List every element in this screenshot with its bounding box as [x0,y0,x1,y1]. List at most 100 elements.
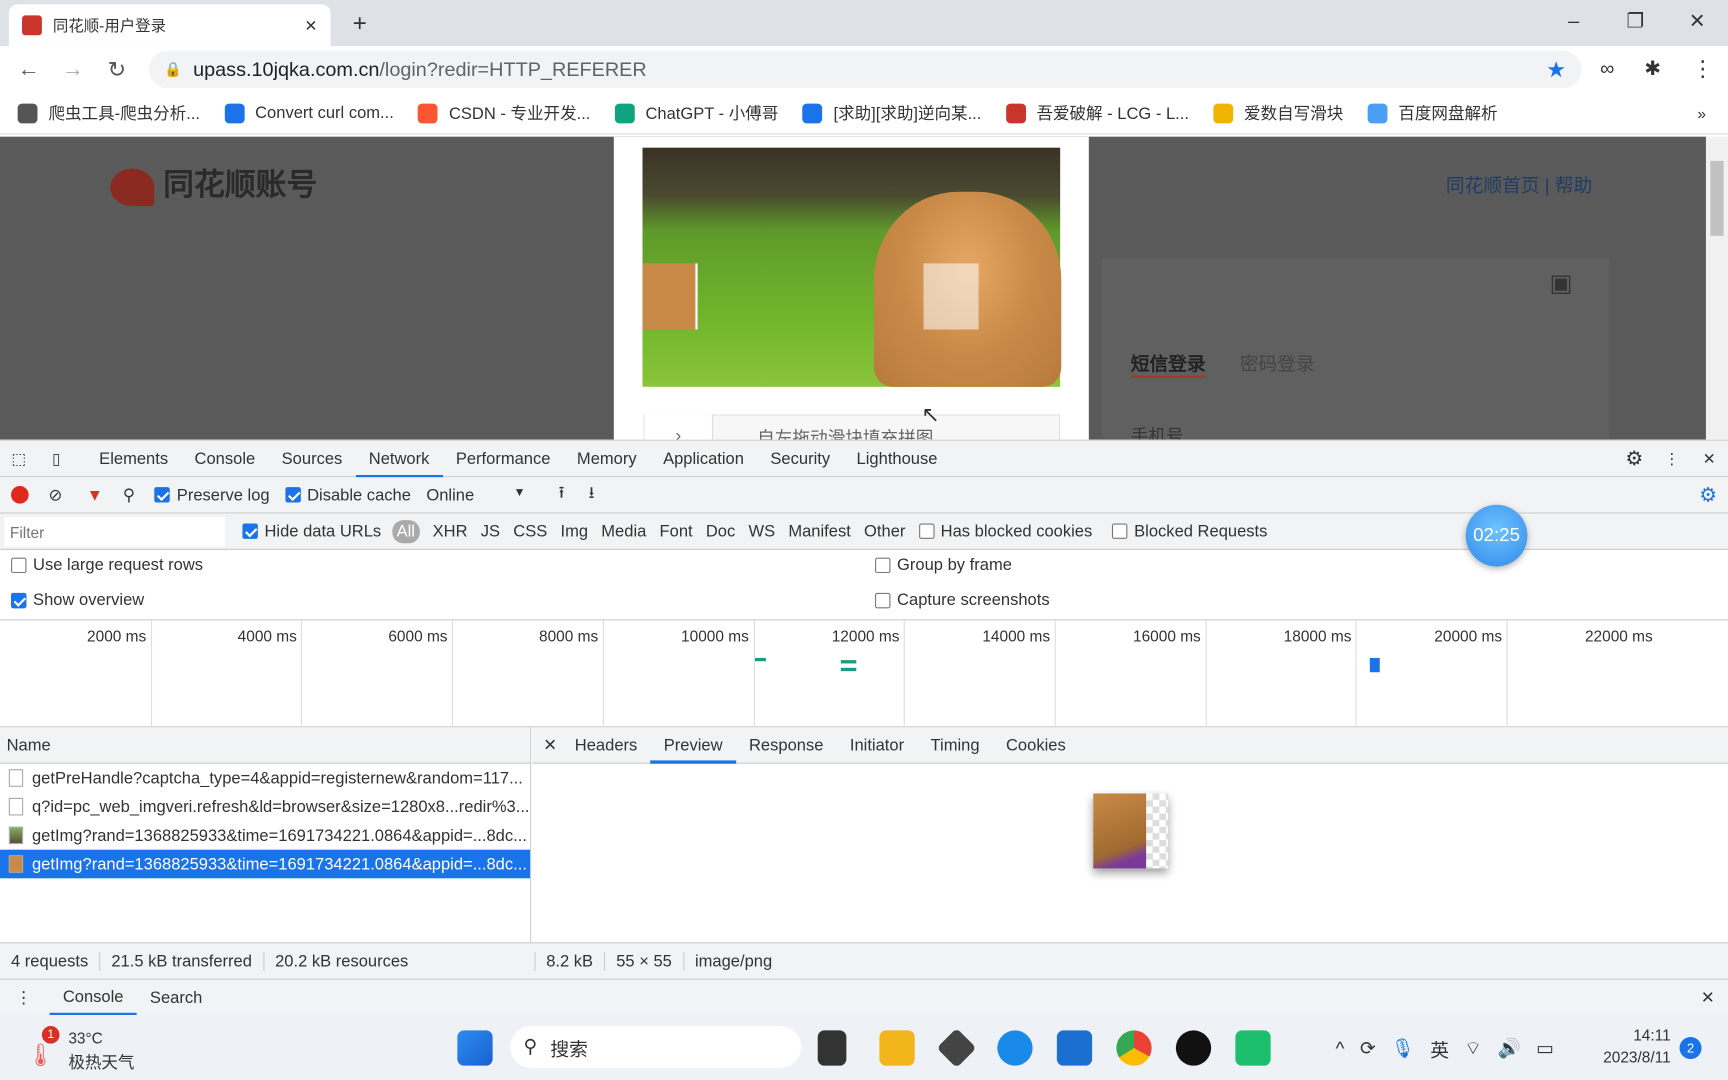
help-link[interactable]: 帮助 [1555,175,1592,196]
close-drawer-icon[interactable]: ✕ [1701,987,1715,1008]
bookmark-item[interactable]: 爬虫工具-爬虫分析... [17,101,200,124]
forward-icon[interactable]: → [51,57,95,82]
microphone-icon[interactable]: 🎙 [1391,1038,1415,1060]
option-large-rows[interactable]: Use large request rows [11,555,203,574]
filter-type-js[interactable]: JS [481,522,500,541]
preserve-log-checkbox[interactable] [154,487,171,503]
puzzle-piece[interactable] [642,263,698,330]
sync-icon[interactable]: ⟳ [1360,1038,1376,1060]
bookmark-item[interactable]: 百度网盘解析 [1367,101,1498,124]
option-capture-screenshots[interactable]: Capture screenshots [875,591,1050,609]
bookmarks-overflow-icon[interactable]: » [1697,104,1706,122]
tab-console[interactable]: Console [181,440,268,476]
detail-tab-response[interactable]: Response [749,727,823,763]
captcha-slider[interactable]: › 自左拖动滑块填充拼图 [643,414,1061,440]
task-view-icon[interactable] [817,1030,847,1066]
close-window-button[interactable]: ✕ [1666,9,1728,32]
restore-button[interactable]: ❐ [1605,9,1667,32]
filter-icon[interactable]: ▼ [87,485,103,504]
address-bar[interactable]: 🔒 upass.10jqka.com.cn/login?redir=HTTP_R… [148,50,1582,89]
tab-performance[interactable]: Performance [443,440,564,476]
network-overview[interactable]: 2000 ms 4000 ms 6000 ms 8000 ms 10000 ms 1200… [0,619,1728,729]
request-row[interactable]: getImg?rand=1368825933&time=1691734221.0… [0,849,531,879]
detail-tab-cookies[interactable]: Cookies [1006,727,1066,763]
clock[interactable]: 14:11 2023/8/11 [1598,1026,1671,1066]
pycharm-icon[interactable] [1235,1030,1271,1066]
request-row[interactable]: getPreHandle?captcha_type=4&appid=regist… [0,764,530,793]
filter-type-manifest[interactable]: Manifest [788,522,850,541]
close-tab-icon[interactable]: ✕ [304,16,317,35]
clear-icon[interactable]: ⊘ [48,485,62,505]
drawer-tab-console[interactable]: Console [49,979,137,1017]
battery-icon[interactable]: ▭ [1536,1038,1554,1060]
tab-memory[interactable]: Memory [564,440,650,476]
new-tab-button[interactable]: + [353,9,367,38]
name-column-header[interactable]: Name [0,727,531,764]
drawer-menu-icon[interactable]: ⋮ [15,987,32,1008]
blocked-requests-checkbox[interactable] [1112,523,1128,539]
app-m-icon[interactable] [1175,1030,1212,1066]
close-devtools-icon[interactable]: ✕ [1691,449,1728,468]
sms-login-tab[interactable]: 短信登录 [1130,348,1206,378]
import-har-icon[interactable]: ⭱ [559,481,565,509]
settings-gear-icon[interactable]: ⚙ [1616,447,1653,470]
tab-network[interactable]: Network [355,440,443,478]
filter-input[interactable] [4,516,225,547]
minimize-button[interactable]: – [1543,9,1605,32]
tray-overflow-icon[interactable]: ^ [1336,1038,1345,1060]
volume-icon[interactable]: 🔊 [1497,1038,1520,1060]
extension-icon[interactable]: ∞ [1600,57,1614,80]
detail-tab-timing[interactable]: Timing [931,727,980,763]
back-icon[interactable]: ← [7,57,51,82]
password-login-tab[interactable]: 密码登录 [1240,348,1315,376]
close-details-icon[interactable]: ✕ [543,727,557,763]
bookmark-item[interactable]: 爱数自写滑块 [1213,101,1343,124]
bookmark-item[interactable]: Convert curl com... [224,103,394,123]
search-icon[interactable]: ⚲ [123,485,135,505]
menu-icon[interactable]: ⋮ [1692,55,1714,83]
tab-sources[interactable]: Sources [268,440,355,476]
more-options-icon[interactable]: ⋮ [1653,449,1690,468]
bookmark-item[interactable]: CSDN - 专业开发... [418,101,590,124]
bookmark-item[interactable]: [求助][求助]逆向某... [802,101,981,124]
tab-security[interactable]: Security [757,440,843,476]
filter-type-xhr[interactable]: XHR [433,522,468,541]
filter-type-img[interactable]: Img [560,522,588,541]
chrome-icon[interactable] [1116,1030,1152,1066]
home-link[interactable]: 同花顺首页 [1446,175,1540,196]
wifi-icon[interactable]: ⌔ [1464,1037,1482,1060]
disable-cache-checkbox[interactable] [285,487,301,503]
detail-tab-headers[interactable]: Headers [575,727,637,763]
file-explorer-icon[interactable] [879,1030,915,1066]
network-settings-icon[interactable]: ⚙ [1699,483,1717,506]
edge-icon[interactable] [997,1030,1033,1066]
device-toolbar-icon[interactable]: ▯ [37,449,74,468]
inspect-element-icon[interactable]: ⬚ [0,449,37,468]
filter-type-media[interactable]: Media [601,522,646,541]
extensions-puzzle-icon[interactable]: ✱ [1644,57,1661,80]
has-blocked-cookies-checkbox[interactable] [918,523,935,539]
recording-timer[interactable]: 02:25 [1465,504,1528,567]
ime-indicator[interactable]: 英 [1430,1035,1449,1063]
tab-lighthouse[interactable]: Lighthouse [843,440,950,476]
request-row[interactable]: q?id=pc_web_imgveri.refresh&ld=browser&s… [0,792,530,821]
detail-tab-preview[interactable]: Preview [650,727,737,764]
option-show-overview[interactable]: Show overview [11,591,144,609]
page-scrollbar[interactable] [1705,136,1728,440]
tab-elements[interactable]: Elements [86,440,181,476]
bookmark-item[interactable]: 吾爱破解 - LCG - L... [1005,101,1189,124]
tab-application[interactable]: Application [650,440,757,476]
filter-type-font[interactable]: Font [660,522,693,541]
request-row[interactable]: getImg?rand=1368825933&time=1691734221.0… [0,821,530,850]
filter-type-other[interactable]: Other [864,522,905,541]
slider-handle[interactable]: › [644,414,714,440]
app-icon[interactable] [936,1028,977,1068]
hide-data-urls-checkbox[interactable] [242,523,258,539]
bookmark-star-icon[interactable]: ★ [1546,56,1566,84]
detail-tab-initiator[interactable]: Initiator [850,727,904,763]
start-windows-icon[interactable] [457,1030,493,1066]
filter-type-ws[interactable]: WS [748,522,775,541]
drawer-tab-search[interactable]: Search [137,979,216,1015]
store-icon[interactable] [1056,1030,1093,1066]
bookmark-item[interactable]: ChatGPT - 小傅哥 [614,101,778,124]
